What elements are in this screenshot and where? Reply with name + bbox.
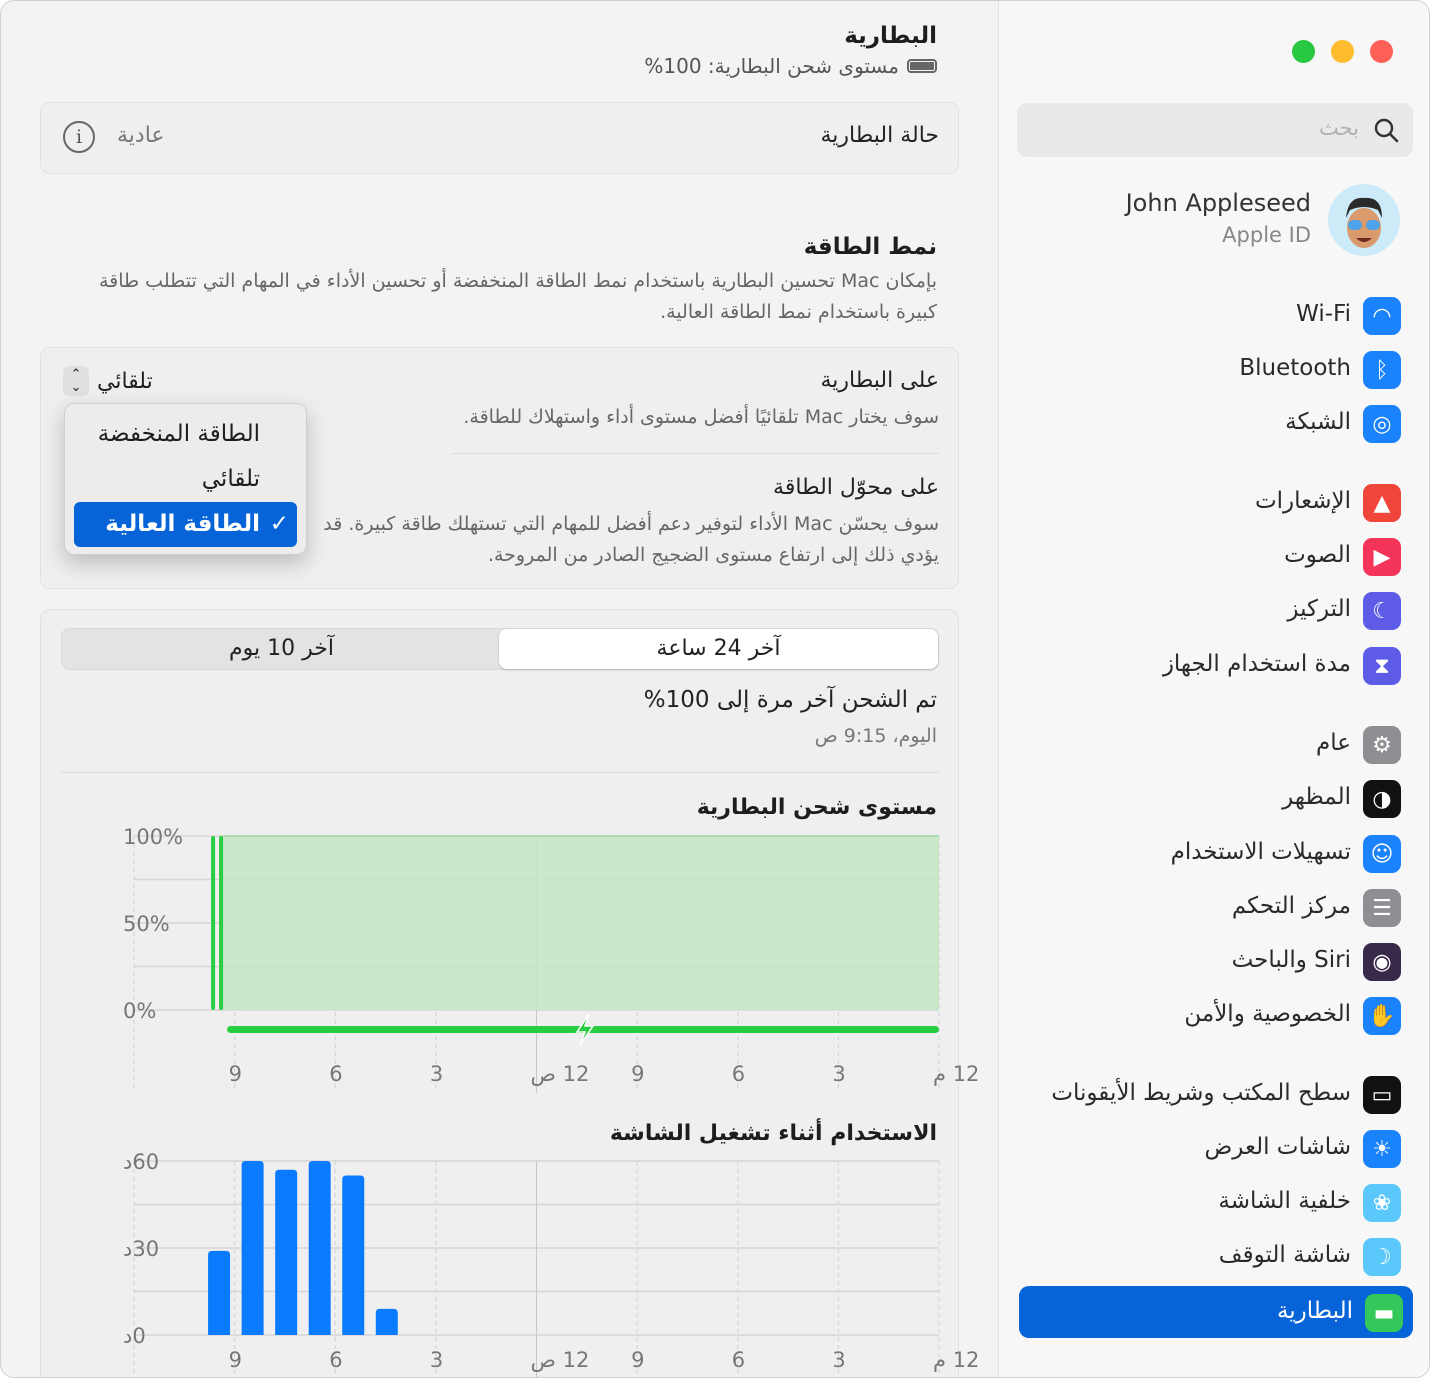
search-placeholder: بحث xyxy=(1318,116,1359,140)
accessibility-icon: ☺ xyxy=(1363,835,1401,873)
sidebar-item-label: Siri والباحث xyxy=(1231,947,1351,973)
sidebar-item-label: خلفية الشاشة xyxy=(1218,1188,1351,1214)
screensaver-icon: ☽ xyxy=(1363,1238,1401,1276)
sidebar-item-13[interactable]: ▭ سطح المكتب وشريط الأيقونات xyxy=(1019,1068,1411,1122)
settings-window: البطارية مستوى شحن البطارية: 100% حالة ا… xyxy=(0,0,1430,1378)
dock-icon: ▭ xyxy=(1363,1076,1401,1114)
sidebar-item-label: سطح المكتب وشريط الأيقونات xyxy=(1051,1080,1351,1106)
sidebar-item-5[interactable]: ☾ التركيز xyxy=(1019,584,1411,638)
usage-bar xyxy=(375,1308,398,1335)
sidebar-item-label: مركز التحكم xyxy=(1231,893,1351,919)
x-tick-label: 3 xyxy=(832,1348,845,1372)
appearance-icon: ◑ xyxy=(1363,780,1401,818)
x-tick-label: 12 م xyxy=(933,1062,979,1086)
bluetooth-icon: ᛒ xyxy=(1363,351,1401,389)
bell-icon: ▲ xyxy=(1363,484,1401,522)
sidebar-item-label: الإشعارات xyxy=(1254,488,1351,514)
globe-icon: ◎ xyxy=(1363,405,1401,443)
y-tick-label: 0% xyxy=(123,999,156,1023)
search-field[interactable]: بحث xyxy=(1017,103,1413,157)
x-tick-label: 9 xyxy=(631,1062,644,1086)
sidebar-item-11[interactable]: ◉ Siri والباحث xyxy=(1019,935,1411,989)
gear-icon: ⚙ xyxy=(1363,726,1401,764)
sidebar-item-label: مدة استخدام الجهاز xyxy=(1162,651,1351,677)
sidebar-item-label: شاشات العرض xyxy=(1204,1134,1351,1160)
x-tick-label: 12 ص xyxy=(531,1062,590,1086)
charging-bolt-icon xyxy=(575,1013,595,1046)
usage-bar xyxy=(275,1169,298,1335)
sidebar-item-6[interactable]: ⧗ مدة استخدام الجهاز xyxy=(1019,639,1411,693)
minimize-button[interactable] xyxy=(1331,40,1354,63)
hourglass-icon: ⧗ xyxy=(1363,647,1401,685)
x-tick-label: 6 xyxy=(732,1348,745,1372)
sidebar-item-label: شاشة التوقف xyxy=(1218,1242,1351,1268)
y-tick-label: 100% xyxy=(123,825,183,849)
sidebar-item-15[interactable]: ❀ خلفية الشاشة xyxy=(1019,1176,1411,1230)
sidebar-item-label: الشبكة xyxy=(1285,409,1351,435)
usage-bar xyxy=(241,1161,264,1335)
sidebar-item-17[interactable]: ▬ البطارية xyxy=(1019,1286,1413,1338)
x-tick-label: 3 xyxy=(832,1062,845,1086)
x-tick-label: 6 xyxy=(329,1062,342,1086)
x-tick-label: 12 م xyxy=(933,1348,979,1372)
sidebar-item-label: البطارية xyxy=(1276,1298,1353,1324)
charts: 100% 50% 0% 12 م 3 6 9 12 ص 3 6 9 60د 30د 0د 12 م 3 6 9 12… xyxy=(123,825,979,1377)
zoom-button[interactable] xyxy=(1292,40,1315,63)
sidebar-item-3[interactable]: ▲ الإشعارات xyxy=(1019,476,1411,530)
moon-icon: ☾ xyxy=(1363,592,1401,630)
sidebar-item-label: Wi-Fi xyxy=(1296,301,1351,327)
sidebar-item-1[interactable]: ᛒ Bluetooth xyxy=(1019,343,1411,397)
sidebar-item-7[interactable]: ⚙ عام xyxy=(1019,718,1411,772)
sidebar-item-14[interactable]: ☀ شاشات العرض xyxy=(1019,1122,1411,1176)
sidebar-item-label: الخصوصية والأمن xyxy=(1184,1001,1351,1027)
close-button[interactable] xyxy=(1370,40,1393,63)
sidebar-item-label: الصوت xyxy=(1284,542,1351,568)
apple-id-label: Apple ID xyxy=(1222,223,1311,247)
sidebar: بحث John Appleseed Apple ID ◠ Wi-Fi ᛒ Bluet… xyxy=(998,1,1429,1377)
sidebar-item-label: عام xyxy=(1316,730,1351,756)
battery-icon: ▬ xyxy=(1365,1294,1403,1332)
x-tick-label: 9 xyxy=(229,1348,242,1372)
sidebar-item-2[interactable]: ◎ الشبكة xyxy=(1019,397,1411,451)
y-tick-label: 30د xyxy=(123,1237,159,1261)
x-tick-label: 6 xyxy=(329,1348,342,1372)
y-tick-label: 50% xyxy=(123,912,170,936)
battery-level-bar xyxy=(211,836,216,1010)
search-icon xyxy=(1374,118,1399,143)
sidebar-item-9[interactable]: ☺ تسهيلات الاستخدام xyxy=(1019,827,1411,881)
sidebar-item-8[interactable]: ◑ المظهر xyxy=(1019,772,1411,826)
usage-bar xyxy=(208,1250,231,1335)
wifi-icon: ◠ xyxy=(1363,297,1401,335)
usage-bar xyxy=(342,1175,365,1335)
sidebar-item-10[interactable]: ☰ مركز التحكم xyxy=(1019,881,1411,935)
sidebar-item-16[interactable]: ☽ شاشة التوقف xyxy=(1019,1230,1411,1284)
x-tick-label: 12 ص xyxy=(531,1348,590,1372)
flower-icon: ❀ xyxy=(1363,1184,1401,1222)
x-tick-label: 3 xyxy=(430,1062,443,1086)
battery-level-bar xyxy=(219,836,224,1010)
y-tick-label: 0د xyxy=(123,1324,146,1348)
sidebar-item-label: Bluetooth xyxy=(1239,355,1351,381)
hand-icon: ✋ xyxy=(1363,997,1401,1035)
sidebar-item-label: التركيز xyxy=(1287,596,1351,622)
x-tick-label: 3 xyxy=(430,1348,443,1372)
siri-icon: ◉ xyxy=(1363,943,1401,981)
sidebar-item-12[interactable]: ✋ الخصوصية والأمن xyxy=(1019,989,1411,1043)
sidebar-item-4[interactable]: ▶ الصوت xyxy=(1019,530,1411,584)
speaker-icon: ▶ xyxy=(1363,538,1401,576)
toggles-icon: ☰ xyxy=(1363,889,1401,927)
sidebar-item-label: المظهر xyxy=(1282,784,1351,810)
x-tick-label: 9 xyxy=(631,1348,644,1372)
sidebar-item-0[interactable]: ◠ Wi-Fi xyxy=(1019,289,1411,343)
usage-bar xyxy=(308,1161,331,1335)
battery-level-area xyxy=(223,836,940,1010)
x-tick-label: 6 xyxy=(732,1062,745,1086)
y-tick-label: 60د xyxy=(123,1150,159,1174)
x-tick-label: 9 xyxy=(229,1062,242,1086)
user-name[interactable]: John Appleseed xyxy=(1126,189,1311,217)
avatar[interactable] xyxy=(1328,184,1400,256)
sun-icon: ☀ xyxy=(1363,1130,1401,1168)
sidebar-item-label: تسهيلات الاستخدام xyxy=(1170,839,1351,865)
